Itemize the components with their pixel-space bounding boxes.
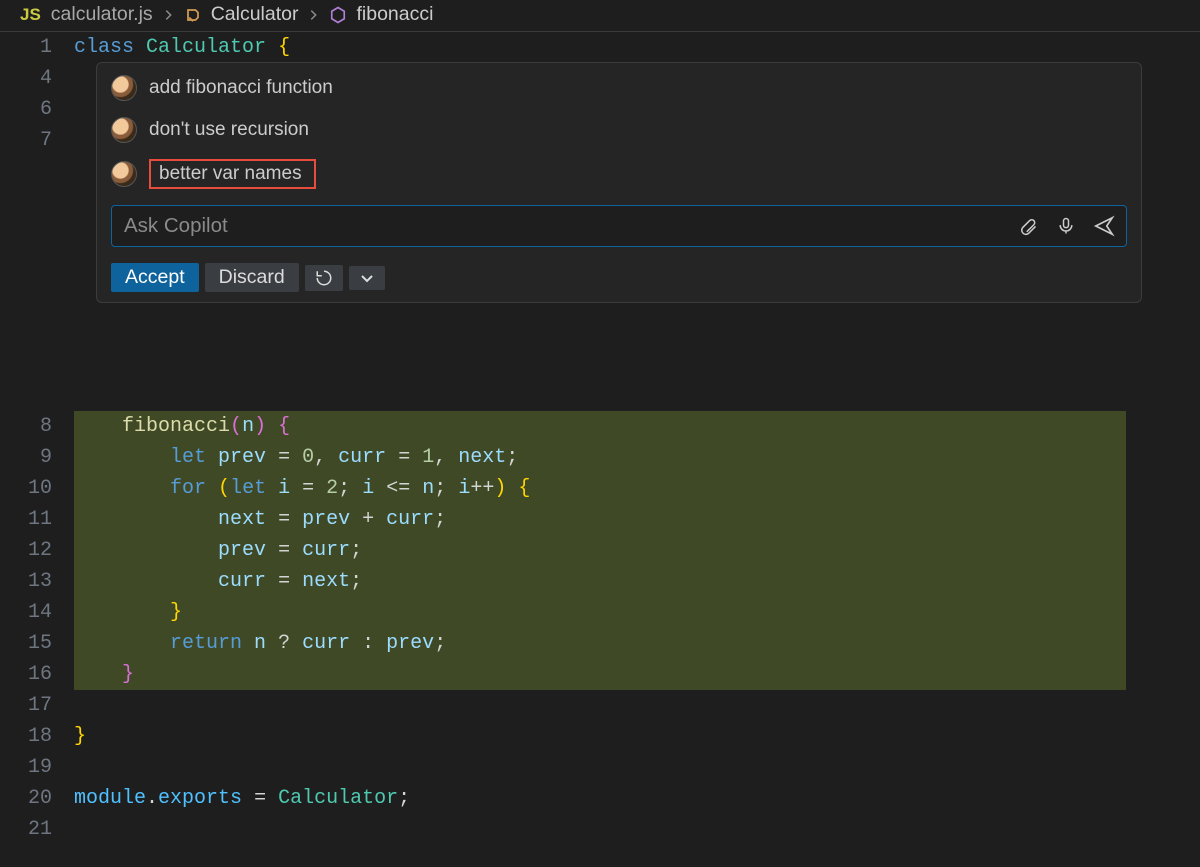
line-number: 11 — [0, 504, 52, 535]
class-icon — [183, 5, 203, 25]
code-line-insert[interactable]: return n ? curr : prev; — [74, 628, 1126, 659]
chat-input[interactable]: Ask Copilot — [111, 205, 1127, 247]
chat-message: add fibonacci function — [111, 75, 1127, 101]
code-line-insert[interactable]: curr = next; — [74, 566, 1126, 597]
chat-message-text: add fibonacci function — [149, 77, 333, 99]
accept-button[interactable]: Accept — [111, 263, 199, 292]
chevron-right-icon — [161, 8, 175, 22]
line-number: 7 — [0, 125, 52, 156]
code-line-insert[interactable]: let prev = 0, curr = 1, next; — [74, 442, 1126, 473]
code-line[interactable]: } — [74, 721, 1186, 752]
line-number: 15 — [0, 628, 52, 659]
line-number: 10 — [0, 473, 52, 504]
line-number: 8 — [0, 411, 52, 442]
line-number: 16 — [0, 659, 52, 690]
line-number: 17 — [0, 690, 52, 721]
breadcrumb-file[interactable]: calculator.js — [51, 3, 153, 26]
code-line-insert[interactable]: prev = curr; — [74, 535, 1126, 566]
code-line-insert[interactable]: for (let i = 2; i <= n; i++) { — [74, 473, 1126, 504]
chat-input-placeholder[interactable]: Ask Copilot — [122, 210, 1002, 242]
send-icon[interactable] — [1092, 214, 1116, 238]
chat-message-text: don't use recursion — [149, 119, 309, 141]
rerun-button[interactable] — [305, 265, 343, 291]
mic-icon[interactable] — [1054, 214, 1078, 238]
breadcrumb-method[interactable]: fibonacci — [356, 3, 433, 26]
js-file-icon: JS — [20, 5, 41, 25]
line-number: 1 — [0, 32, 52, 63]
code-line[interactable] — [74, 814, 1186, 845]
line-number: 20 — [0, 783, 52, 814]
chat-message-text: better var names — [149, 159, 316, 189]
method-icon — [328, 5, 348, 25]
chat-message: don't use recursion — [111, 117, 1127, 143]
chat-action-row: Accept Discard — [111, 263, 1127, 292]
chevron-right-icon — [306, 8, 320, 22]
breadcrumb-class[interactable]: Calculator — [211, 3, 299, 26]
discard-button[interactable]: Discard — [205, 263, 299, 292]
line-number-gutter: 1 4 6 7 8 9 10 11 12 13 14 15 16 17 18 1… — [0, 32, 74, 867]
line-number: 9 — [0, 442, 52, 473]
code-line[interactable] — [74, 752, 1186, 783]
attach-icon[interactable] — [1016, 214, 1040, 238]
line-number: 4 — [0, 63, 52, 94]
code-line-insert[interactable]: } — [74, 659, 1126, 690]
line-number: 13 — [0, 566, 52, 597]
chat-message: better var names — [111, 159, 1127, 189]
code-line-insert[interactable]: next = prev + curr; — [74, 504, 1126, 535]
user-avatar — [111, 75, 137, 101]
code-line[interactable]: class Calculator { — [74, 32, 1186, 63]
line-number: 6 — [0, 94, 52, 125]
line-number: 18 — [0, 721, 52, 752]
code-line-insert[interactable]: } — [74, 597, 1126, 628]
breadcrumb: JS calculator.js Calculator fibonacci — [0, 0, 1200, 32]
code-line[interactable]: module.exports = Calculator; — [74, 783, 1186, 814]
line-number: 19 — [0, 752, 52, 783]
copilot-chat-panel: add fibonacci function don't use recursi… — [96, 62, 1142, 303]
user-avatar — [111, 161, 137, 187]
line-number: 21 — [0, 814, 52, 845]
line-number: 12 — [0, 535, 52, 566]
code-line[interactable] — [74, 690, 1186, 721]
more-actions-button[interactable] — [349, 266, 385, 290]
code-line-insert[interactable]: fibonacci(n) { — [74, 411, 1126, 442]
user-avatar — [111, 117, 137, 143]
line-number: 14 — [0, 597, 52, 628]
